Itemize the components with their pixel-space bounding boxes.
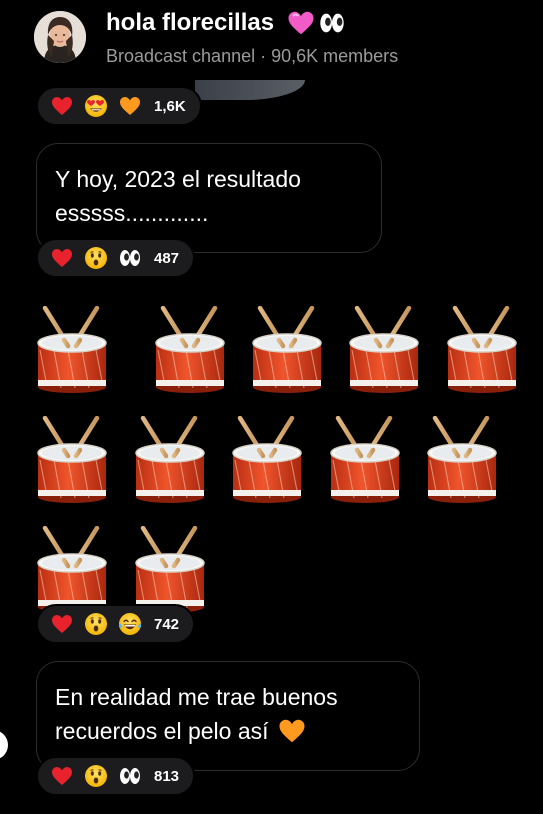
heart-eyes-face-icon — [84, 94, 108, 118]
reactions-bar[interactable]: 813 — [36, 756, 196, 796]
message-line: esssss............. — [55, 200, 209, 226]
drum-icon — [445, 306, 519, 394]
astonished-face-icon — [84, 612, 108, 636]
drum-icon — [35, 416, 109, 504]
drum-icon — [133, 526, 207, 614]
drum-icon — [35, 306, 109, 394]
drum-icon — [230, 416, 304, 504]
message-line: recuerdos el pelo así — [55, 714, 419, 748]
reaction-count: 1,6K — [154, 97, 186, 115]
reaction-count: 742 — [154, 615, 180, 633]
scroll-indicator[interactable] — [0, 730, 8, 760]
tears-of-joy-face-icon — [118, 612, 142, 636]
red-heart-icon — [50, 612, 74, 636]
drum-icon — [153, 306, 227, 394]
reaction-count: 813 — [154, 767, 180, 785]
orange-heart-icon — [277, 716, 307, 746]
reactions-bar[interactable]: 1,6K — [36, 86, 202, 126]
drum-icon — [347, 306, 421, 394]
red-heart-icon — [50, 94, 74, 118]
astonished-face-icon — [84, 764, 108, 788]
message-line: Y hoy, 2023 el resultado — [55, 166, 301, 192]
drum-icon — [425, 416, 499, 504]
pink-heart-icon — [286, 8, 316, 38]
drum-icon — [250, 306, 324, 394]
orange-heart-icon — [118, 94, 142, 118]
red-heart-icon — [50, 246, 74, 270]
reactions-bar[interactable]: 742 — [36, 604, 196, 644]
channel-name-text: hola florecillas — [106, 9, 275, 36]
drum-icon — [35, 526, 109, 614]
astonished-face-icon — [84, 246, 108, 270]
avatar[interactable] — [34, 11, 86, 63]
message-bubble[interactable]: En realidad me trae buenos recuerdos el … — [36, 661, 420, 771]
eyes-icon — [318, 9, 346, 37]
message-line-text: recuerdos el pelo así — [55, 718, 269, 744]
emoji-message[interactable] — [0, 300, 543, 610]
drum-icon — [328, 416, 402, 504]
reactions-bar[interactable]: 487 — [36, 238, 196, 278]
eyes-icon — [118, 246, 142, 270]
message-line: En realidad me trae buenos — [55, 684, 338, 710]
eyes-icon — [118, 764, 142, 788]
media-message[interactable] — [195, 80, 305, 100]
channel-subtitle: Broadcast channel · 90,6K members — [106, 46, 399, 66]
channel-header[interactable]: hola florecillas Broadcast channel · 90,… — [0, 0, 543, 80]
reaction-count: 487 — [154, 249, 180, 267]
red-heart-icon — [50, 764, 74, 788]
drum-icon — [133, 416, 207, 504]
message-bubble[interactable]: Y hoy, 2023 el resultado esssss.........… — [36, 143, 382, 253]
channel-name: hola florecillas — [106, 8, 346, 38]
